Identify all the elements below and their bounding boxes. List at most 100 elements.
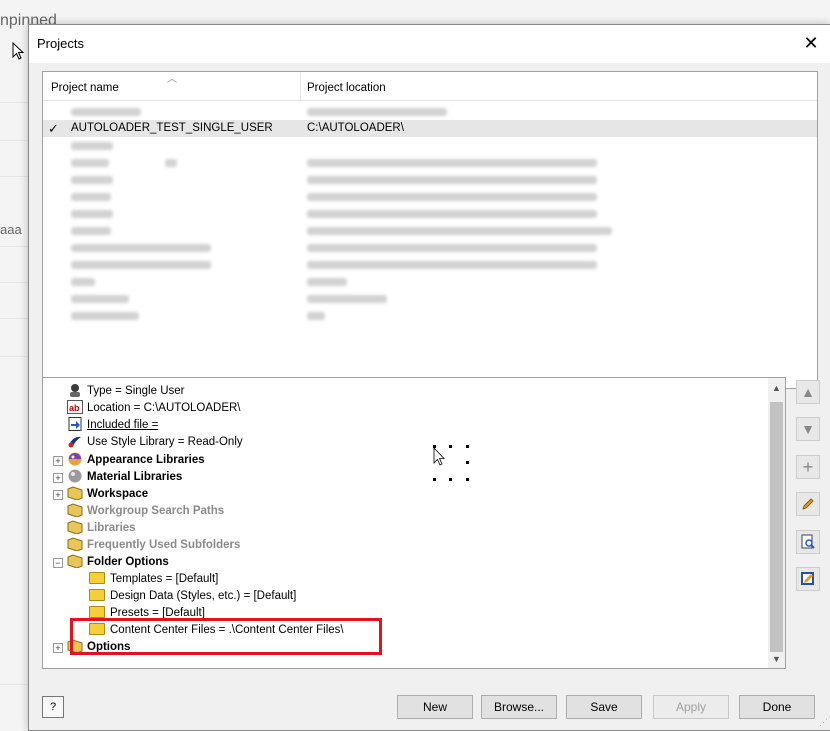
- tree-item-label: Templates = [Default]: [110, 573, 219, 585]
- column-header-project-name[interactable]: Project name: [51, 82, 119, 94]
- svg-text:ab: ab: [69, 403, 80, 413]
- workspace-icon: [67, 486, 83, 500]
- tree-item-label: Use Style Library = Read-Only: [87, 436, 243, 448]
- active-project-check-icon: ✓: [48, 121, 59, 136]
- redacted-text: [71, 210, 113, 218]
- redacted-text: [307, 261, 597, 269]
- move-up-button[interactable]: ▲: [796, 380, 820, 404]
- background-divider: [0, 176, 30, 177]
- redacted-text: [307, 193, 597, 201]
- selection-cursor-icon: [433, 445, 469, 481]
- collapse-folder-options[interactable]: −: [53, 558, 63, 568]
- project-list-header: ︿ Project name Project location: [43, 72, 817, 101]
- redacted-text: [71, 159, 109, 167]
- tree-item-libraries[interactable]: Libraries: [67, 520, 136, 537]
- project-row-blurred[interactable]: [43, 154, 817, 171]
- redacted-text: [71, 295, 129, 303]
- project-row-selected[interactable]: ✓ AUTOLOADER_TEST_SINGLE_USER C:\AUTOLOA…: [43, 120, 817, 137]
- redacted-text: [307, 176, 597, 184]
- folder-icon: [89, 589, 105, 601]
- tree-item-folder-options[interactable]: Folder Options: [67, 554, 169, 571]
- column-header-project-location[interactable]: Project location: [307, 82, 386, 94]
- tree-item-material-libraries[interactable]: Material Libraries: [67, 469, 182, 486]
- project-row-blurred[interactable]: [43, 239, 817, 256]
- find-button[interactable]: [796, 530, 820, 554]
- tree-item-location[interactable]: ab Location = C:\AUTOLOADER\: [67, 400, 241, 417]
- new-button[interactable]: New: [397, 695, 473, 719]
- project-row-blurred[interactable]: [43, 205, 817, 222]
- tree-item-workspace[interactable]: Workspace: [67, 486, 148, 503]
- browse-button[interactable]: Browse...: [481, 695, 557, 719]
- project-list[interactable]: ︿ Project name Project location ✓ AUTOLO…: [42, 71, 818, 389]
- tree-item-label: Workspace: [87, 488, 149, 500]
- help-button[interactable]: ?: [42, 696, 64, 718]
- tree-item-design-data[interactable]: Design Data (Styles, etc.) = [Default]: [89, 588, 296, 605]
- redacted-text: [71, 227, 111, 235]
- material-icon: [68, 469, 82, 483]
- done-button[interactable]: Done: [739, 695, 815, 719]
- ab-text-icon: ab: [67, 400, 83, 414]
- move-down-button[interactable]: ▼: [796, 417, 820, 441]
- expand-appearance-libraries[interactable]: +: [53, 456, 63, 466]
- redacted-text: [307, 295, 387, 303]
- sort-ascending-icon: ︿: [167, 74, 177, 85]
- workgroup-icon: [67, 503, 83, 517]
- edit-file-button[interactable]: [796, 567, 820, 591]
- project-row-blurred[interactable]: [43, 171, 817, 188]
- scroll-down-arrow-icon[interactable]: ▼: [768, 651, 785, 668]
- tree-item-style-library[interactable]: Use Style Library = Read-Only: [67, 434, 243, 451]
- expand-options[interactable]: +: [53, 643, 63, 653]
- apply-button[interactable]: Apply: [653, 695, 729, 719]
- tree-item-workgroup-search-paths[interactable]: Workgroup Search Paths: [67, 503, 224, 520]
- tree-item-label: Frequently Used Subfolders: [87, 539, 241, 551]
- tree-item-label: Location = C:\AUTOLOADER\: [87, 402, 241, 414]
- pencil-icon: [802, 498, 814, 510]
- tree-item-frequently-used-subfolders[interactable]: Frequently Used Subfolders: [67, 537, 240, 554]
- scroll-up-arrow-icon[interactable]: ▲: [768, 380, 785, 397]
- folder-icon: [89, 572, 105, 584]
- edit-file-icon: [801, 572, 814, 585]
- project-row-blurred[interactable]: [43, 290, 817, 307]
- tree-vertical-scrollbar[interactable]: ▲ ▼: [768, 378, 785, 668]
- tree-item-label: Appearance Libraries: [87, 454, 205, 466]
- column-separator[interactable]: [300, 72, 301, 100]
- folder-options-icon: [67, 554, 83, 568]
- tree-item-label: Material Libraries: [87, 471, 183, 483]
- redacted-text: [307, 278, 347, 286]
- redacted-text: [307, 227, 612, 235]
- project-row-blurred[interactable]: [43, 273, 817, 290]
- subfolders-icon: [67, 537, 83, 551]
- background-divider: [0, 102, 30, 103]
- redacted-text: [307, 108, 447, 116]
- redacted-text: [71, 278, 95, 286]
- tree-item-included-file[interactable]: Included file =: [67, 417, 158, 434]
- redacted-text: [71, 312, 139, 320]
- redacted-text: [307, 210, 597, 218]
- expand-workspace[interactable]: +: [53, 490, 63, 500]
- project-row-blurred[interactable]: [43, 103, 817, 120]
- tree-item-appearance-libraries[interactable]: Appearance Libraries: [67, 452, 205, 469]
- find-icon: [801, 534, 815, 549]
- scrollbar-thumb[interactable]: [770, 402, 783, 652]
- redacted-text: [307, 159, 597, 167]
- resize-grip-icon[interactable]: ⋰: [819, 717, 828, 728]
- expand-material-libraries[interactable]: +: [53, 473, 63, 483]
- close-button[interactable]: ✕: [798, 31, 824, 55]
- project-row-blurred[interactable]: [43, 222, 817, 239]
- tree-item-label: Workgroup Search Paths: [87, 505, 225, 517]
- project-location: C:\AUTOLOADER\: [307, 122, 404, 134]
- project-row-blurred[interactable]: [43, 188, 817, 205]
- project-row-blurred[interactable]: [43, 307, 817, 324]
- tree-item-label: Included file =: [87, 419, 159, 431]
- add-path-button[interactable]: +: [796, 455, 820, 479]
- tree-item-type[interactable]: Type = Single User: [67, 383, 184, 400]
- tree-item-templates[interactable]: Templates = [Default]: [89, 571, 218, 588]
- style-library-icon: [68, 436, 81, 448]
- project-row-blurred[interactable]: [43, 137, 817, 154]
- redacted-text: [307, 312, 325, 320]
- project-name: AUTOLOADER_TEST_SINGLE_USER: [71, 122, 273, 134]
- project-row-blurred[interactable]: [43, 256, 817, 273]
- save-button[interactable]: Save: [566, 695, 642, 719]
- highlight-annotation-box: [70, 618, 382, 655]
- edit-button[interactable]: [796, 492, 820, 516]
